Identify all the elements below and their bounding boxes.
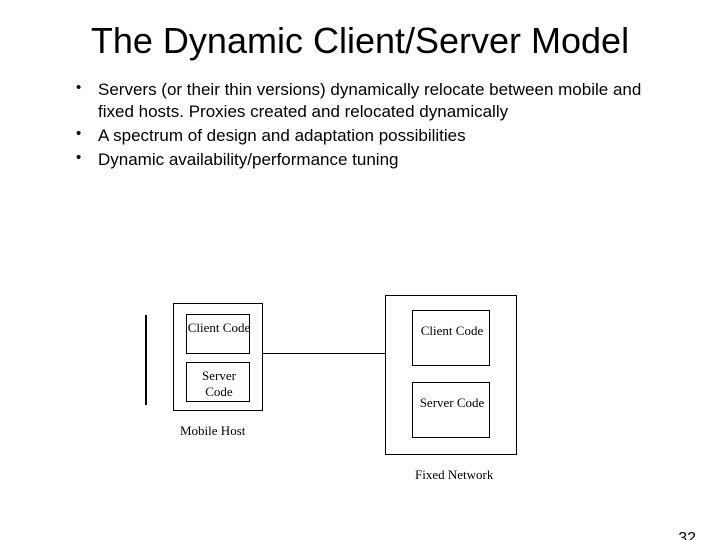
client-code-box: Client Code bbox=[186, 314, 250, 354]
fixed-network-box: Client Code Server Code bbox=[385, 295, 517, 455]
bullet-item: Dynamic availability/performance tuning bbox=[70, 149, 660, 170]
mobile-host-box: Client Code Server Code bbox=[173, 303, 263, 411]
fixed-network-caption: Fixed Network bbox=[415, 467, 493, 483]
bullet-list: Servers (or their thin versions) dynamic… bbox=[70, 79, 720, 170]
client-code-box: Client Code bbox=[412, 310, 490, 366]
bullet-item: Servers (or their thin versions) dynamic… bbox=[70, 79, 660, 122]
page-number: 32 bbox=[678, 530, 696, 540]
client-code-label: Client Code bbox=[187, 320, 251, 336]
server-code-box: Server Code bbox=[412, 382, 490, 438]
connector-line bbox=[263, 353, 385, 354]
slide-title: The Dynamic Client/Server Model bbox=[60, 20, 660, 61]
slide: { "title": "The Dynamic Client/Server Mo… bbox=[0, 20, 720, 540]
server-code-box: Server Code bbox=[186, 362, 250, 402]
bar-icon bbox=[145, 315, 147, 405]
server-code-label: Server Code bbox=[187, 368, 251, 400]
server-code-label: Server Code bbox=[413, 395, 491, 411]
bullet-item: A spectrum of design and adaptation poss… bbox=[70, 125, 660, 146]
mobile-host-caption: Mobile Host bbox=[180, 423, 245, 439]
diagram: Client Code Server Code Mobile Host Clie… bbox=[145, 295, 575, 495]
client-code-label: Client Code bbox=[413, 323, 491, 339]
